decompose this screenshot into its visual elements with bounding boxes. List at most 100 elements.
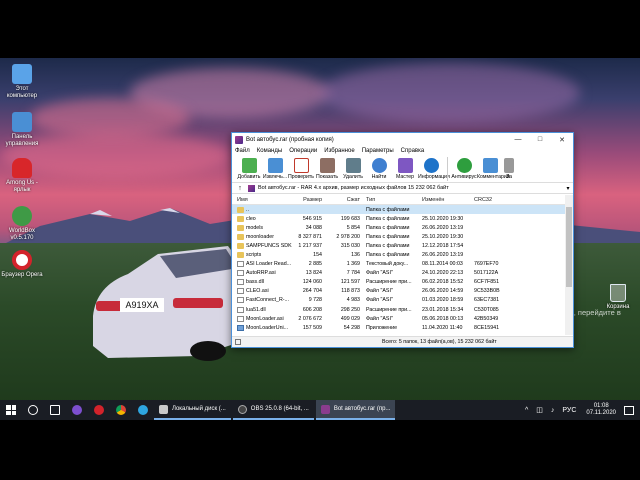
column-size[interactable]: Размер bbox=[294, 197, 324, 203]
menu-favorites[interactable]: Избранное bbox=[324, 148, 354, 154]
file-type: Файл "ASI" bbox=[366, 315, 393, 322]
file-icon bbox=[237, 306, 244, 313]
menu-help[interactable]: Справка bbox=[401, 148, 425, 154]
view-button[interactable]: Показать bbox=[314, 156, 340, 180]
task-view-button[interactable] bbox=[44, 400, 66, 420]
telegram-button[interactable] bbox=[132, 400, 154, 420]
menu-operations[interactable]: Операции bbox=[289, 148, 317, 154]
toolbar: Добавить Извлечь... Проверить Показать У… bbox=[232, 156, 573, 183]
network-icon[interactable]: ◫ bbox=[536, 406, 543, 414]
system-tray: ^ ◫ ♪ РУС 01:08 07.11.2020 bbox=[521, 400, 640, 420]
vertical-scrollbar[interactable] bbox=[565, 195, 573, 335]
taskbar-app-explorer[interactable]: Локальный диск (... bbox=[154, 400, 231, 420]
file-name-text: ASI Loader Read... bbox=[246, 261, 292, 268]
sfx-button[interactable]: За bbox=[503, 156, 515, 180]
file-row[interactable]: cleo 546 915 199 683 Папка с файлами 25.10.2… bbox=[232, 214, 573, 223]
menu-commands[interactable]: Команды bbox=[257, 148, 282, 154]
file-size: 546 915 bbox=[302, 215, 322, 222]
column-crc32[interactable]: CRC32 bbox=[472, 197, 512, 203]
winrar-window: Bot автобус.rar (пробная копия) — □ ✕ Фа… bbox=[231, 132, 574, 348]
taskbar-search-button[interactable] bbox=[22, 400, 44, 420]
file-row[interactable]: scripts 154 136 Папка с файлами 26.06.2020 1… bbox=[232, 250, 573, 259]
file-row[interactable]: CLEO.asi 264 704 118 873 Файл "ASI" 26.06.20… bbox=[232, 287, 573, 296]
file-modified: 26.06.2020 13:19 bbox=[422, 224, 464, 231]
letterbox-bottom bbox=[0, 420, 640, 480]
antivirus-button[interactable]: Антивирус bbox=[451, 156, 477, 180]
column-name[interactable]: Имя bbox=[232, 197, 294, 203]
column-type[interactable]: Тип bbox=[364, 197, 420, 203]
wizard-button[interactable]: Мастер bbox=[392, 156, 418, 180]
add-icon bbox=[241, 158, 257, 173]
volume-icon[interactable]: ♪ bbox=[551, 407, 555, 414]
maximize-button[interactable]: □ bbox=[529, 133, 551, 146]
opera-icon bbox=[12, 250, 32, 270]
file-name-text: lua51.dll bbox=[246, 306, 266, 313]
extract-button[interactable]: Извлечь... bbox=[262, 156, 288, 180]
file-row[interactable]: models 34 088 5 854 Папка с файлами 26.06.20… bbox=[232, 223, 573, 232]
desktop-icon-this-pc[interactable]: Этот компьютер bbox=[0, 64, 44, 100]
find-icon bbox=[371, 158, 387, 173]
chrome-button[interactable] bbox=[110, 400, 132, 420]
minimize-button[interactable]: — bbox=[507, 133, 529, 146]
file-type: Расширение при... bbox=[366, 306, 412, 313]
desktop-icon-worldbox[interactable]: WorldBox v0.5.170 bbox=[0, 206, 44, 242]
file-row[interactable]: MoonLoaderUni... 157 509 54 298 Приложение 1… bbox=[232, 323, 573, 332]
file-row[interactable]: FastConnect_R-... 9 728 4 983 Файл "ASI" 01.… bbox=[232, 296, 573, 305]
chrome-icon bbox=[116, 405, 126, 415]
file-name-text: CLEO.asi bbox=[246, 288, 269, 295]
tray-overflow-icon[interactable]: ^ bbox=[525, 407, 528, 414]
file-row[interactable]: moonloader 8 327 871 2 978 200 Папка с файл… bbox=[232, 232, 573, 241]
comment-button[interactable]: Комментарий bbox=[477, 156, 510, 180]
column-packed[interactable]: Сжат bbox=[324, 197, 364, 203]
antivirus-icon bbox=[456, 158, 472, 173]
menu-options[interactable]: Параметры bbox=[362, 148, 394, 154]
file-row[interactable]: .. Папка с файлами bbox=[232, 205, 573, 215]
chevron-down-icon[interactable]: ▾ bbox=[563, 185, 573, 192]
desktop-icon-opera[interactable]: Браузер Opera bbox=[0, 250, 44, 279]
file-packed: 499 029 bbox=[340, 315, 360, 322]
file-type: Файл "ASI" bbox=[366, 270, 393, 277]
title-bar[interactable]: Bot автобус.rar (пробная копия) — □ ✕ bbox=[232, 133, 573, 146]
close-button[interactable]: ✕ bbox=[551, 133, 573, 146]
file-modified: 25.10.2020 19:30 bbox=[422, 233, 464, 240]
desktop-icon-among-us[interactable]: Among Us - ярлык bbox=[0, 158, 44, 194]
file-size: 157 509 bbox=[302, 324, 322, 331]
language-indicator[interactable]: РУС bbox=[562, 407, 576, 414]
address-bar: ↑ Bot автобус.rar - RAR 4.x архив, разме… bbox=[232, 183, 573, 194]
viber-button[interactable] bbox=[66, 400, 88, 420]
file-row[interactable]: MoonLoader.asi 2 076 672 499 029 Файл "ASI"… bbox=[232, 314, 573, 323]
start-button[interactable] bbox=[0, 400, 22, 420]
column-modified[interactable]: Изменён bbox=[420, 197, 472, 203]
file-size: 13 824 bbox=[305, 270, 322, 277]
file-row[interactable]: lua51.dll 606 208 298 250 Расширение при...… bbox=[232, 305, 573, 314]
taskbar-app-obs[interactable]: OBS 25.0.8 (64-bit, ... bbox=[232, 400, 314, 420]
menu-file[interactable]: Файл bbox=[235, 148, 250, 154]
file-name: models bbox=[232, 224, 294, 231]
file-size: 606 208 bbox=[302, 306, 322, 313]
add-button[interactable]: Добавить bbox=[236, 156, 262, 180]
file-row[interactable]: AutoRRP.asi 13 824 7 784 Файл "ASI" 24.10.20… bbox=[232, 269, 573, 278]
clock[interactable]: 01:08 07.11.2020 bbox=[586, 403, 616, 417]
scrollbar-thumb[interactable] bbox=[566, 207, 572, 287]
file-icon bbox=[237, 288, 244, 295]
file-row[interactable]: ASI Loader Read... 2 885 1 369 Текстовый до… bbox=[232, 260, 573, 269]
computer-icon bbox=[12, 64, 32, 84]
file-row[interactable]: SAMPFUNCS SDK 1 217 937 315 030 Папка с фай… bbox=[232, 241, 573, 250]
taskbar-app-winrar[interactable]: Bot автобус.rar (пр... bbox=[315, 400, 396, 420]
notification-icon[interactable] bbox=[624, 405, 634, 415]
file-name-text: scripts bbox=[246, 252, 262, 259]
file-row[interactable]: bass.dll 124 060 121 597 Расширение при... 0… bbox=[232, 278, 573, 287]
comment-icon bbox=[482, 158, 498, 173]
info-button[interactable]: Информация bbox=[418, 156, 450, 180]
test-button[interactable]: Проверить bbox=[288, 156, 314, 180]
file-size: 2 076 672 bbox=[298, 315, 322, 322]
delete-button[interactable]: Удалить bbox=[340, 156, 366, 180]
desktop-icon-control-panel[interactable]: Панель управления bbox=[0, 112, 44, 148]
opera-button[interactable] bbox=[88, 400, 110, 420]
file-list-header: Имя Размер Сжат Тип Изменён CRC32 bbox=[232, 195, 573, 205]
up-arrow-icon[interactable]: ↑ bbox=[235, 185, 245, 192]
file-packed: 5 854 bbox=[346, 224, 360, 231]
drive-icon bbox=[159, 404, 168, 414]
find-button[interactable]: Найти bbox=[366, 156, 392, 180]
file-type: Папка с файлами bbox=[366, 242, 410, 249]
